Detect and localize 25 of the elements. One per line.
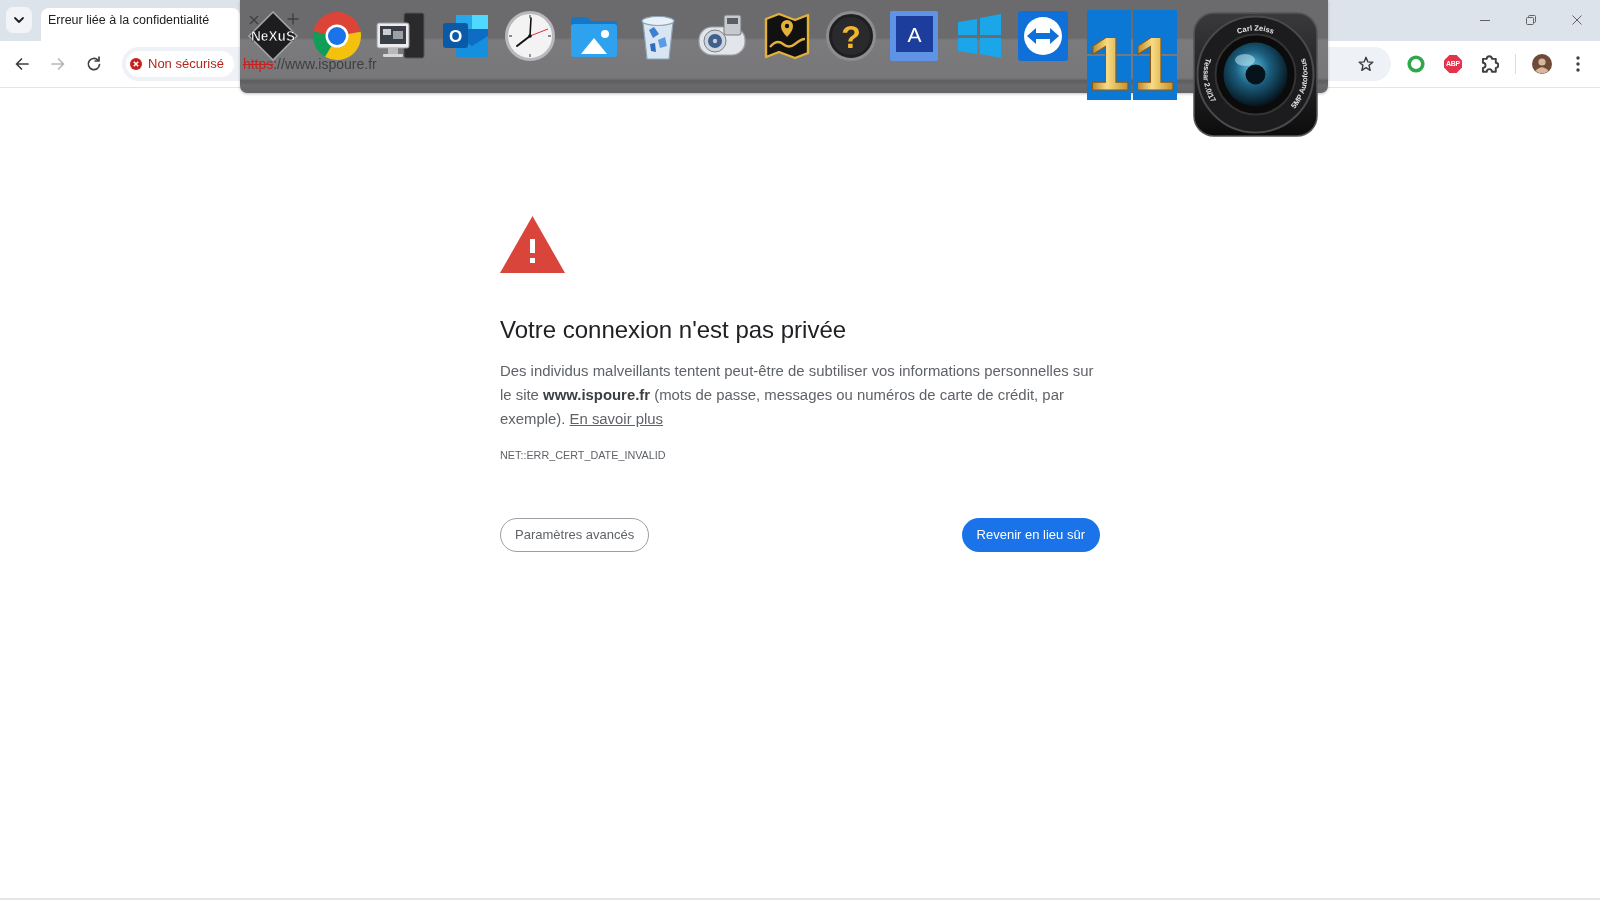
tab-list-button[interactable] xyxy=(6,7,32,33)
menu-icon[interactable] xyxy=(1576,56,1580,72)
chevron-down-icon xyxy=(13,14,25,26)
learn-more-link[interactable]: En savoir plus xyxy=(569,411,664,427)
error-code: NET::ERR_CERT_DATE_INVALID xyxy=(500,448,667,463)
error-message: Des individus malveillants tentent peut-être de subtiliser vos informations personnelles sur le site www.ispoure.fr (mots de passe, messages ou numéros de carte de crédit, par exemple). En savoir plus xyxy=(500,362,1095,429)
puzzle-piece-icon[interactable] xyxy=(1481,55,1499,73)
help-icon[interactable]: ? xyxy=(824,10,877,62)
back-arrow-icon[interactable] xyxy=(14,56,30,72)
bookmark-star-icon[interactable] xyxy=(1358,56,1374,72)
error-circle-icon xyxy=(130,58,142,70)
ring-extension-icon[interactable] xyxy=(1407,55,1425,73)
reload-icon[interactable] xyxy=(86,56,102,72)
error-title: Votre connexion n'est pas privée xyxy=(500,315,848,345)
warning-icon xyxy=(500,216,565,273)
browser-tab[interactable]: Erreur liée à la confidentialité xyxy=(41,8,240,41)
advanced-button[interactable]: Paramètres avancés xyxy=(500,518,650,552)
letter-tile-icon[interactable]: A xyxy=(888,10,941,62)
restore-icon[interactable] xyxy=(1526,15,1536,25)
clock-icon[interactable] xyxy=(503,10,556,62)
avatar-icon[interactable] xyxy=(1532,54,1552,74)
computer-icon[interactable] xyxy=(375,10,428,62)
security-chip[interactable]: Non sécurisé xyxy=(126,51,234,77)
close-icon[interactable] xyxy=(1572,15,1582,25)
back-to-safety-button[interactable]: Revenir en lieu sûr xyxy=(961,518,1100,552)
